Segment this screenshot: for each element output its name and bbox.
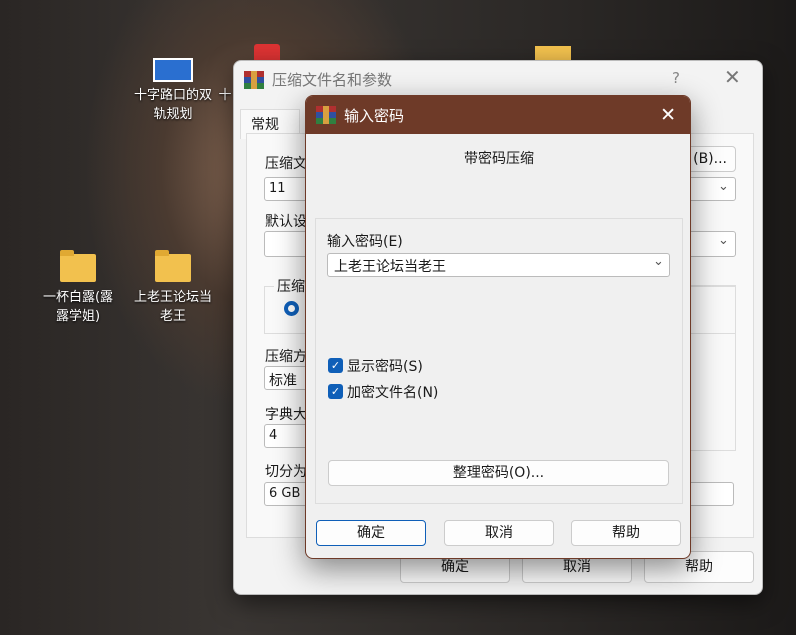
icon-label: 上老王论坛当 [133,290,212,305]
dialog-title: 输入密码 [344,106,405,125]
icon-label: 轨规划 [153,107,193,122]
split-label: 切分为 [265,464,307,480]
show-password-label[interactable]: 显示密码(S) [347,356,423,376]
winrar-icon [316,106,336,124]
folder-icon [60,250,96,282]
default-profile-label: 默认设 [265,214,307,230]
chevron-down-icon[interactable]: ⌄ [653,254,664,269]
password-input[interactable]: 上老王论坛当老王 [327,253,670,277]
cancel-button[interactable]: 取消 [444,520,554,546]
window-title: 压缩文件名和参数 [272,71,393,89]
help-button[interactable]: 帮助 [571,520,681,546]
archive-name-label: 压缩文 [265,156,307,172]
dialog-title-bar: 输入密码 ✕ [306,96,690,134]
document-icon [153,58,193,82]
organize-passwords-button[interactable]: 整理密码(O)... [328,460,669,486]
dialog-heading: 带密码压缩 [464,151,534,167]
chevron-down-icon: ⌄ [718,233,729,248]
password-label: 输入密码(E) [327,234,403,250]
format-label: 压缩 [274,276,308,296]
format-radio[interactable] [284,301,299,316]
icon-label: 老王 [159,309,186,324]
method-label: 压缩方 [265,349,307,365]
ok-button[interactable]: 确定 [316,520,426,546]
icon-label: 十字路口的双 [133,88,212,103]
close-icon[interactable]: ✕ [724,65,741,89]
desktop-folder-laowang[interactable]: 上老王论坛当 老王 [123,250,223,326]
icon-label: 一杯白露(露 [42,290,114,305]
desktop-icon-partial[interactable]: 十 [218,86,232,105]
desktop-icon-dual-track[interactable]: 十字路口的双 轨规划 [123,58,223,124]
folder-icon [155,250,191,282]
password-dialog: 输入密码 ✕ 带密码压缩 输入密码(E) 上老王论坛当老王 ⌄ ✓ 显示密码(S… [305,95,691,559]
dictionary-label: 字典大 [265,407,307,423]
show-password-checkbox[interactable]: ✓ [328,358,343,373]
help-button[interactable]: ? [672,69,680,87]
desktop-folder-yibei[interactable]: 一杯白露(露 露学姐) [28,250,128,326]
winrar-icon [244,71,264,89]
chevron-down-icon[interactable]: ⌄ [718,179,729,194]
icon-label: 露学姐) [55,309,101,324]
options-group [689,285,736,451]
encrypt-filenames-label[interactable]: 加密文件名(N) [347,382,438,402]
encrypt-filenames-checkbox[interactable]: ✓ [328,384,343,399]
close-icon[interactable]: ✕ [660,104,676,126]
